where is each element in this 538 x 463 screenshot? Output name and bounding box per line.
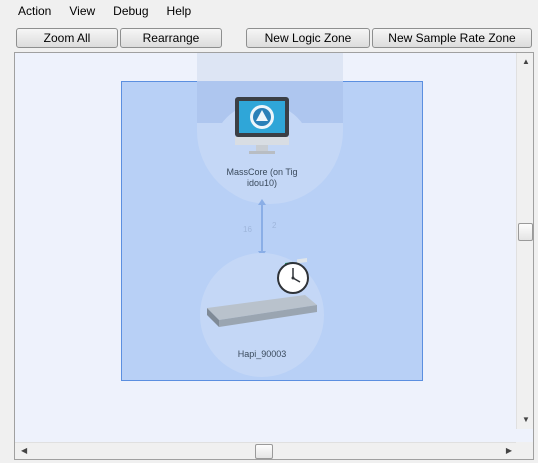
new-logic-zone-button[interactable]: New Logic Zone [246, 28, 370, 48]
connection-right-label: 2 [272, 221, 277, 230]
menu-debug[interactable]: Debug [104, 0, 157, 22]
scrollbar-corner [516, 442, 533, 459]
scroll-left-arrow-icon[interactable]: ◀ [21, 447, 27, 455]
new-sample-rate-zone-button[interactable]: New Sample Rate Zone [372, 28, 532, 48]
toolbar: Zoom All Rearrange New Logic Zone New Sa… [0, 22, 538, 52]
clock-icon [277, 262, 309, 294]
masscore-label-line1: MassCore (on Tig [226, 167, 298, 177]
horizontal-scrollbar[interactable]: ◀ ▶ [15, 442, 518, 459]
menu-action[interactable]: Action [0, 0, 60, 22]
scroll-down-arrow-icon[interactable]: ▼ [522, 416, 530, 424]
vertical-scroll-thumb[interactable] [518, 223, 533, 241]
graph-drawing [197, 53, 343, 377]
rearrange-button[interactable]: Rearrange [120, 28, 222, 48]
menu-bar: Action View Debug Help [0, 0, 538, 22]
scroll-right-arrow-icon[interactable]: ▶ [506, 447, 512, 455]
graph-canvas-frame: MassCore (on Tig idou10) 16 2 Hapi_90003… [14, 52, 534, 460]
hapi-node-label: Hapi_90003 [237, 349, 287, 359]
masscore-label-line2: idou10) [246, 178, 278, 188]
scroll-up-arrow-icon[interactable]: ▲ [522, 58, 530, 66]
menu-view[interactable]: View [60, 0, 104, 22]
menu-help[interactable]: Help [158, 0, 201, 22]
horizontal-scroll-thumb[interactable] [255, 444, 273, 459]
vertical-scrollbar[interactable]: ▲ ▼ [516, 53, 533, 429]
masscore-node-label: MassCore (on Tig idou10) [212, 167, 312, 189]
connection-line[interactable] [258, 199, 266, 257]
graph-canvas[interactable]: MassCore (on Tig idou10) 16 2 Hapi_90003 [15, 53, 518, 429]
connection-left-label: 16 [243, 225, 252, 234]
zoom-all-button[interactable]: Zoom All [16, 28, 118, 48]
